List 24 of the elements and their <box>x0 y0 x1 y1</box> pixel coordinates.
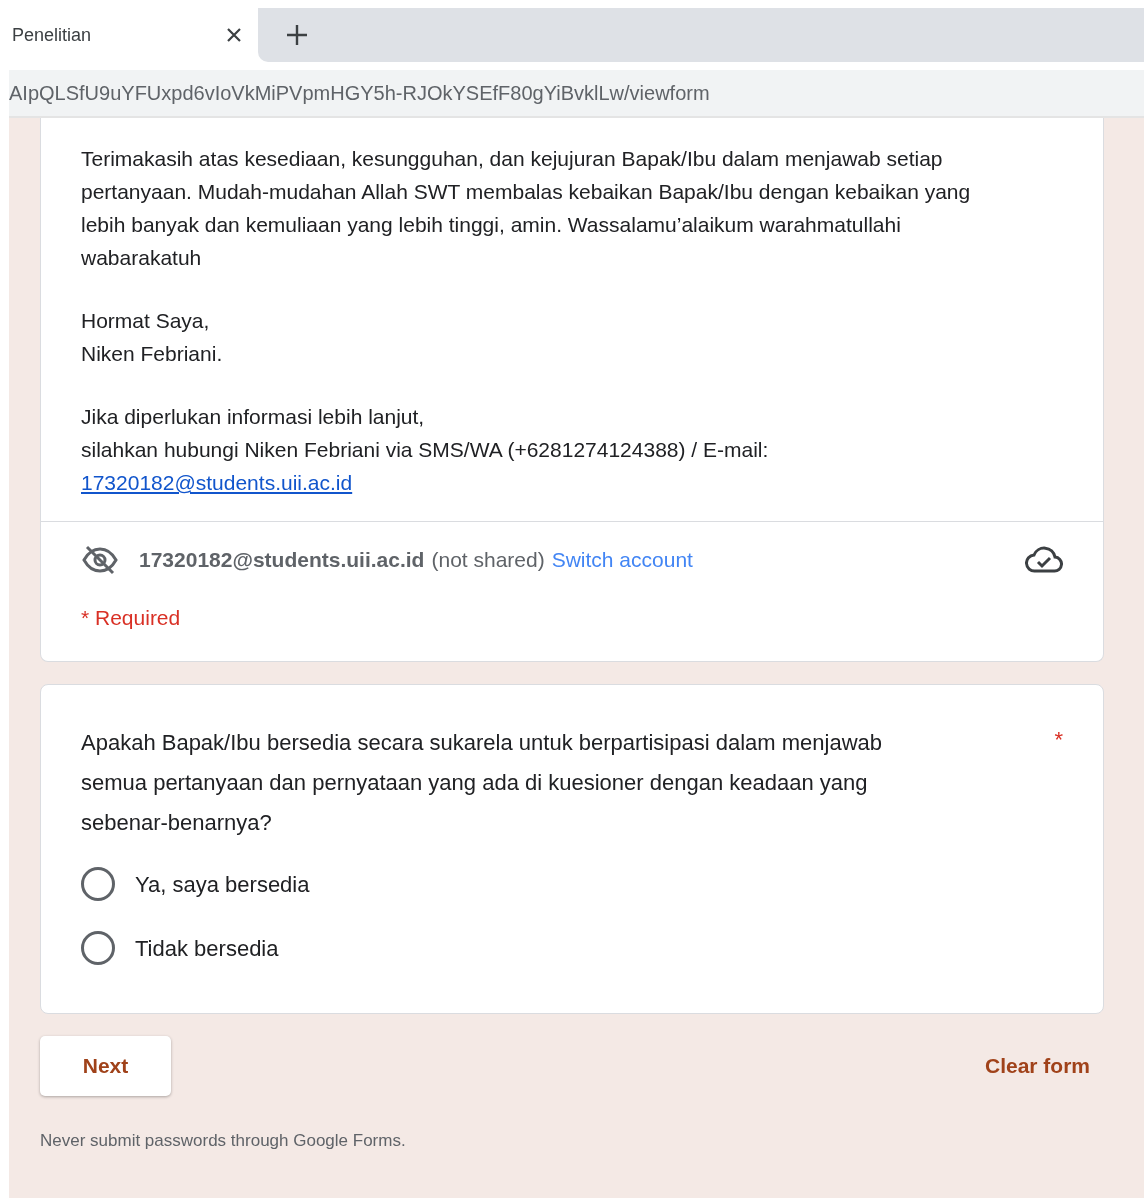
required-note: * Required <box>81 604 181 631</box>
cloud-check-icon <box>1025 545 1063 574</box>
signature-line: Niken Febriani. <box>81 341 224 367</box>
next-button[interactable]: Next <box>40 1036 171 1096</box>
not-shared-note: (not shared) <box>431 547 545 573</box>
contact-line: Jika diperlukan informasi lebih lanjut, <box>81 404 426 430</box>
intro-paragraph: Terimakasih atas kesediaan, kesungguhan, dan kejujuran Bapak/Ibu dalam menjawab setiap pertanyaan. Mudah-mudahan Allah SWT membalas kebaikan Bapak/Ibu dengan kebaikan yang lebih banyak dan kemuliaan yang lebih tinggi, amin. Wassalamu’alaikum warahmatullahi wabarakatuh <box>81 146 972 271</box>
email-link[interactable]: 17320182@students.uii.ac.id <box>81 471 353 494</box>
account-email: 17320182@students.uii.ac.id <box>139 547 425 573</box>
clear-form-button[interactable]: Clear form <box>984 1050 1090 1082</box>
hidden-eye-icon <box>81 544 119 575</box>
contact-paragraph: silahkan hubungi Niken Febriani via SMS/WA (+6281274124388) / E-mail: 17320182@students.uii.ac.id <box>81 437 770 496</box>
footer-note: Never submit passwords through Google Forms. <box>40 1130 406 1152</box>
signature-line: Hormat Saya, <box>81 308 211 334</box>
switch-account-link[interactable]: Switch account <box>551 544 693 576</box>
question-text: Apakah Bapak/Ibu bersedia secara sukarela untuk berpartisipasi dalam menjawab semua pertanyaan dan pernyataan yang ada di kuesioner dengan keadaan yang sebenar-benarnya? <box>81 729 884 837</box>
option-label: Tidak bersedia <box>135 934 279 963</box>
tab-title: Penelitian <box>12 23 92 47</box>
new-tab-icon[interactable] <box>286 24 308 46</box>
radio-button[interactable] <box>81 931 115 965</box>
close-icon[interactable] <box>226 27 242 43</box>
radio-button[interactable] <box>81 867 115 901</box>
option-label: Ya, saya bersedia <box>135 870 310 899</box>
required-mark: * <box>1054 726 1063 754</box>
